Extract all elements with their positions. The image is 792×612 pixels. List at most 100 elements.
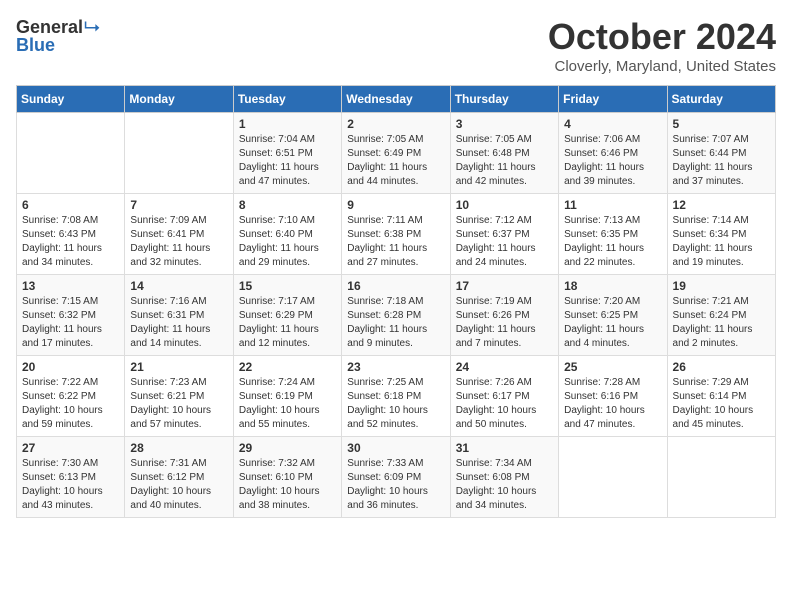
daylight-text: Daylight: 11 hours and 34 minutes. <box>22 243 102 268</box>
day-info: Sunrise: 7:06 AM Sunset: 6:46 PM Dayligh… <box>564 133 661 189</box>
day-number: 22 <box>239 360 336 374</box>
calendar-week-5: 27 Sunrise: 7:30 AM Sunset: 6:13 PM Dayl… <box>17 437 776 518</box>
day-info: Sunrise: 7:25 AM Sunset: 6:18 PM Dayligh… <box>347 376 444 432</box>
page-header: General ⮡ Blue October 2024 Cloverly, Ma… <box>16 16 776 75</box>
day-number: 14 <box>130 279 227 293</box>
sunset-text: Sunset: 6:21 PM <box>130 391 204 402</box>
sunset-text: Sunset: 6:08 PM <box>456 472 530 483</box>
sunset-text: Sunset: 6:10 PM <box>239 472 313 483</box>
day-number: 16 <box>347 279 444 293</box>
sunrise-text: Sunrise: 7:09 AM <box>130 215 206 226</box>
daylight-text: Daylight: 10 hours and 38 minutes. <box>239 486 320 511</box>
sunset-text: Sunset: 6:14 PM <box>673 391 747 402</box>
sunrise-text: Sunrise: 7:31 AM <box>130 458 206 469</box>
daylight-text: Daylight: 11 hours and 14 minutes. <box>130 324 210 349</box>
day-info: Sunrise: 7:26 AM Sunset: 6:17 PM Dayligh… <box>456 376 553 432</box>
weekday-header-friday: Friday <box>559 86 667 113</box>
location-text: Cloverly, Maryland, United States <box>548 58 776 75</box>
day-info: Sunrise: 7:05 AM Sunset: 6:49 PM Dayligh… <box>347 133 444 189</box>
day-info: Sunrise: 7:33 AM Sunset: 6:09 PM Dayligh… <box>347 457 444 513</box>
daylight-text: Daylight: 10 hours and 34 minutes. <box>456 486 537 511</box>
sunset-text: Sunset: 6:13 PM <box>22 472 96 483</box>
daylight-text: Daylight: 10 hours and 36 minutes. <box>347 486 428 511</box>
daylight-text: Daylight: 10 hours and 47 minutes. <box>564 405 645 430</box>
day-number: 23 <box>347 360 444 374</box>
calendar-cell: 11 Sunrise: 7:13 AM Sunset: 6:35 PM Dayl… <box>559 194 667 275</box>
day-number: 31 <box>456 441 553 455</box>
day-number: 1 <box>239 117 336 131</box>
sunrise-text: Sunrise: 7:18 AM <box>347 296 423 307</box>
day-number: 28 <box>130 441 227 455</box>
day-number: 12 <box>673 198 770 212</box>
day-info: Sunrise: 7:05 AM Sunset: 6:48 PM Dayligh… <box>456 133 553 189</box>
calendar-week-3: 13 Sunrise: 7:15 AM Sunset: 6:32 PM Dayl… <box>17 275 776 356</box>
day-info: Sunrise: 7:13 AM Sunset: 6:35 PM Dayligh… <box>564 214 661 270</box>
day-number: 5 <box>673 117 770 131</box>
day-info: Sunrise: 7:09 AM Sunset: 6:41 PM Dayligh… <box>130 214 227 270</box>
day-info: Sunrise: 7:24 AM Sunset: 6:19 PM Dayligh… <box>239 376 336 432</box>
sunset-text: Sunset: 6:51 PM <box>239 148 313 159</box>
day-info: Sunrise: 7:23 AM Sunset: 6:21 PM Dayligh… <box>130 376 227 432</box>
sunset-text: Sunset: 6:22 PM <box>22 391 96 402</box>
calendar-cell: 17 Sunrise: 7:19 AM Sunset: 6:26 PM Dayl… <box>450 275 558 356</box>
sunrise-text: Sunrise: 7:28 AM <box>564 377 640 388</box>
sunrise-text: Sunrise: 7:06 AM <box>564 134 640 145</box>
day-number: 6 <box>22 198 119 212</box>
day-info: Sunrise: 7:12 AM Sunset: 6:37 PM Dayligh… <box>456 214 553 270</box>
calendar-cell: 22 Sunrise: 7:24 AM Sunset: 6:19 PM Dayl… <box>233 356 341 437</box>
weekday-header-wednesday: Wednesday <box>342 86 450 113</box>
calendar-week-2: 6 Sunrise: 7:08 AM Sunset: 6:43 PM Dayli… <box>17 194 776 275</box>
sunset-text: Sunset: 6:19 PM <box>239 391 313 402</box>
sunrise-text: Sunrise: 7:19 AM <box>456 296 532 307</box>
daylight-text: Daylight: 10 hours and 57 minutes. <box>130 405 211 430</box>
sunset-text: Sunset: 6:37 PM <box>456 229 530 240</box>
calendar-cell: 9 Sunrise: 7:11 AM Sunset: 6:38 PM Dayli… <box>342 194 450 275</box>
day-number: 7 <box>130 198 227 212</box>
calendar-cell: 28 Sunrise: 7:31 AM Sunset: 6:12 PM Dayl… <box>125 437 233 518</box>
sunrise-text: Sunrise: 7:04 AM <box>239 134 315 145</box>
day-info: Sunrise: 7:29 AM Sunset: 6:14 PM Dayligh… <box>673 376 770 432</box>
sunset-text: Sunset: 6:16 PM <box>564 391 638 402</box>
sunrise-text: Sunrise: 7:29 AM <box>673 377 749 388</box>
daylight-text: Daylight: 10 hours and 40 minutes. <box>130 486 211 511</box>
sunrise-text: Sunrise: 7:33 AM <box>347 458 423 469</box>
calendar-cell: 13 Sunrise: 7:15 AM Sunset: 6:32 PM Dayl… <box>17 275 125 356</box>
day-info: Sunrise: 7:32 AM Sunset: 6:10 PM Dayligh… <box>239 457 336 513</box>
sunrise-text: Sunrise: 7:26 AM <box>456 377 532 388</box>
day-info: Sunrise: 7:20 AM Sunset: 6:25 PM Dayligh… <box>564 295 661 351</box>
daylight-text: Daylight: 11 hours and 39 minutes. <box>564 162 644 187</box>
sunset-text: Sunset: 6:09 PM <box>347 472 421 483</box>
day-number: 26 <box>673 360 770 374</box>
day-number: 25 <box>564 360 661 374</box>
calendar-cell: 4 Sunrise: 7:06 AM Sunset: 6:46 PM Dayli… <box>559 113 667 194</box>
calendar-cell: 16 Sunrise: 7:18 AM Sunset: 6:28 PM Dayl… <box>342 275 450 356</box>
sunset-text: Sunset: 6:38 PM <box>347 229 421 240</box>
calendar-cell: 25 Sunrise: 7:28 AM Sunset: 6:16 PM Dayl… <box>559 356 667 437</box>
day-info: Sunrise: 7:18 AM Sunset: 6:28 PM Dayligh… <box>347 295 444 351</box>
daylight-text: Daylight: 10 hours and 55 minutes. <box>239 405 320 430</box>
title-block: October 2024 Cloverly, Maryland, United … <box>548 16 776 75</box>
sunset-text: Sunset: 6:44 PM <box>673 148 747 159</box>
sunrise-text: Sunrise: 7:07 AM <box>673 134 749 145</box>
sunrise-text: Sunrise: 7:30 AM <box>22 458 98 469</box>
sunset-text: Sunset: 6:35 PM <box>564 229 638 240</box>
day-number: 29 <box>239 441 336 455</box>
day-number: 21 <box>130 360 227 374</box>
calendar-cell: 30 Sunrise: 7:33 AM Sunset: 6:09 PM Dayl… <box>342 437 450 518</box>
daylight-text: Daylight: 11 hours and 12 minutes. <box>239 324 319 349</box>
weekday-header-sunday: Sunday <box>17 86 125 113</box>
calendar-cell: 5 Sunrise: 7:07 AM Sunset: 6:44 PM Dayli… <box>667 113 775 194</box>
sunset-text: Sunset: 6:41 PM <box>130 229 204 240</box>
logo-blue-text: Blue <box>16 35 55 56</box>
sunrise-text: Sunrise: 7:10 AM <box>239 215 315 226</box>
calendar-cell: 27 Sunrise: 7:30 AM Sunset: 6:13 PM Dayl… <box>17 437 125 518</box>
day-number: 24 <box>456 360 553 374</box>
daylight-text: Daylight: 11 hours and 44 minutes. <box>347 162 427 187</box>
sunset-text: Sunset: 6:24 PM <box>673 310 747 321</box>
sunset-text: Sunset: 6:18 PM <box>347 391 421 402</box>
calendar-cell: 1 Sunrise: 7:04 AM Sunset: 6:51 PM Dayli… <box>233 113 341 194</box>
daylight-text: Daylight: 11 hours and 22 minutes. <box>564 243 644 268</box>
day-number: 9 <box>347 198 444 212</box>
day-number: 19 <box>673 279 770 293</box>
sunset-text: Sunset: 6:49 PM <box>347 148 421 159</box>
